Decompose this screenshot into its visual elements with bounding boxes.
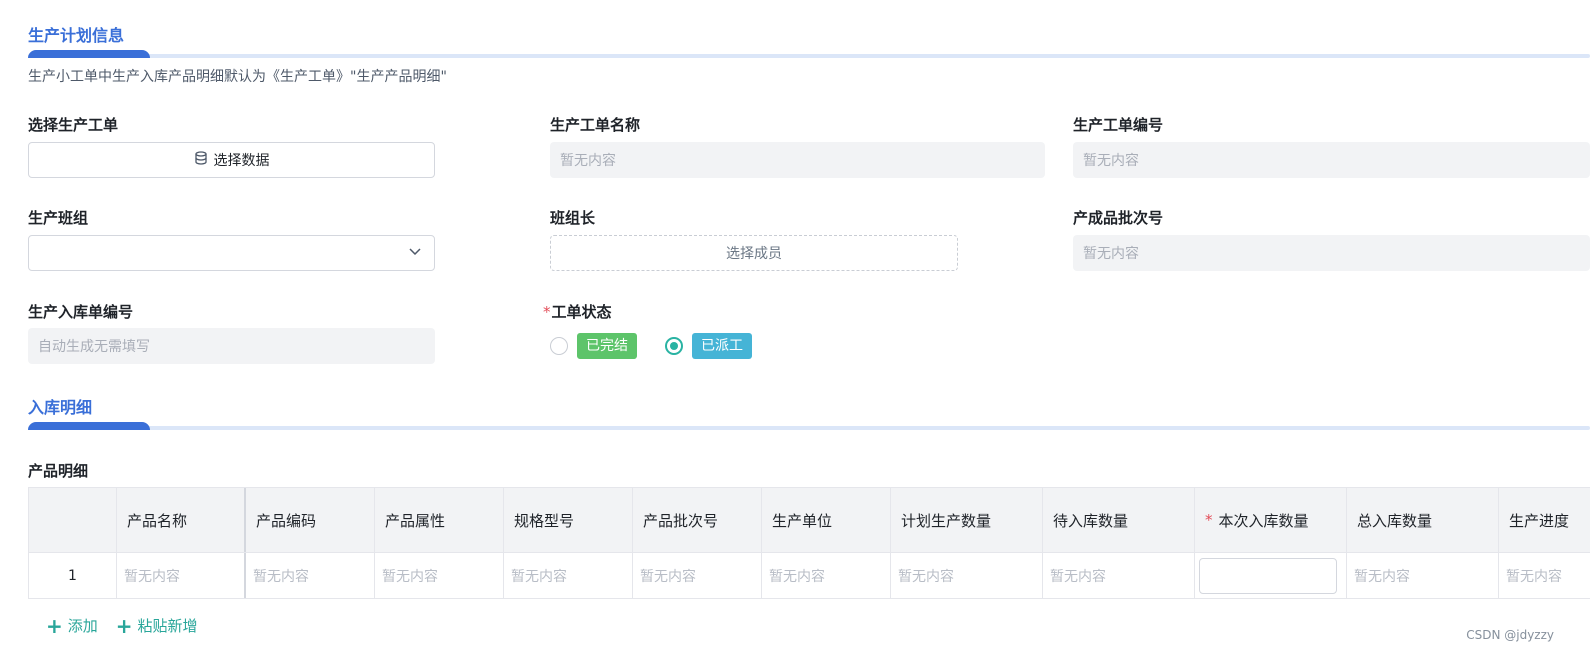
select-data-button[interactable]: 选择数据: [28, 142, 435, 178]
table-actions: + 添加 + 粘贴新增: [46, 615, 198, 636]
batch-label: 产成品批次号: [1073, 209, 1164, 227]
status-label: *工单状态: [543, 301, 612, 322]
select-data-button-label: 选择数据: [213, 153, 270, 169]
paste-add-button[interactable]: + 粘贴新增: [116, 615, 198, 636]
cell-product-batch: 暂无内容: [633, 553, 762, 598]
cell-pending-quantity: 暂无内容: [1043, 553, 1195, 598]
cell-product-name: 暂无内容: [117, 553, 246, 598]
column-header-product-code: 产品编码: [246, 488, 375, 552]
cell-total-quantity: 暂无内容: [1347, 553, 1499, 598]
leader-label: 班组长: [550, 209, 596, 227]
add-button[interactable]: + 添加: [46, 615, 98, 636]
plus-icon: +: [115, 613, 133, 638]
column-header-product-name: 产品名称: [117, 488, 246, 552]
table-header-row: 产品名称 产品编码 产品属性 规格型号 产品批次号 生产单位 计划生产数量 待入…: [28, 488, 1590, 552]
column-header-product-batch: 产品批次号: [633, 488, 762, 552]
status-tag-completed[interactable]: 已完结: [577, 333, 637, 359]
status-radio-group: 已完结 已派工: [550, 333, 752, 359]
status-radio-dispatched[interactable]: [665, 337, 683, 355]
product-detail-table: 产品名称 产品编码 产品属性 规格型号 产品批次号 生产单位 计划生产数量 待入…: [28, 487, 1590, 599]
cell-index: 1: [28, 553, 117, 598]
status-tag-dispatched[interactable]: 已派工: [692, 333, 752, 359]
column-header-index: [28, 488, 117, 552]
current-quantity-input[interactable]: [1199, 557, 1337, 594]
select-member-button[interactable]: 选择成员: [550, 235, 958, 271]
column-header-production-unit: 生产单位: [762, 488, 891, 552]
database-icon: [194, 151, 208, 169]
column-header-pending-quantity: 待入库数量: [1043, 488, 1195, 552]
order-number-label: 生产工单编号: [1073, 116, 1164, 134]
radio-selected-dot: [670, 342, 678, 350]
cell-spec-model: 暂无内容: [504, 553, 633, 598]
hint-text: 生产小工单中生产入库产品明细默认为《生产工单》"生产产品明细": [28, 69, 447, 85]
column-header-current-quantity-text: 本次入库数量: [1218, 511, 1309, 530]
required-mark: *: [1205, 511, 1213, 529]
team-select[interactable]: [28, 235, 435, 271]
add-button-label: 添加: [67, 617, 98, 635]
detail-section-divider: [28, 426, 1590, 430]
plus-icon: +: [46, 613, 63, 638]
column-header-current-quantity: * 本次入库数量: [1195, 488, 1347, 552]
column-header-planned-quantity: 计划生产数量: [891, 488, 1043, 552]
cell-product-attribute: 暂无内容: [375, 553, 504, 598]
cell-product-code: 暂无内容: [246, 553, 375, 598]
inbound-number-label: 生产入库单编号: [28, 303, 134, 321]
detail-section-divider-accent: [28, 422, 150, 430]
plan-section-title: 生产计划信息: [28, 26, 125, 45]
watermark: CSDN @jdyzzy: [1466, 628, 1554, 642]
cell-planned-quantity: 暂无内容: [891, 553, 1043, 598]
detail-section-header: 入库明细: [28, 394, 1590, 430]
plan-section-divider: [28, 54, 1590, 58]
chevron-down-icon: [408, 244, 422, 262]
team-label: 生产班组: [28, 209, 89, 227]
plan-section-header: 生产计划信息: [28, 22, 1590, 58]
order-number-field[interactable]: 暂无内容: [1073, 142, 1590, 178]
column-header-product-attribute: 产品属性: [375, 488, 504, 552]
select-order-label: 选择生产工单: [28, 116, 119, 134]
order-name-field[interactable]: 暂无内容: [550, 142, 1045, 178]
status-radio-completed[interactable]: [550, 337, 568, 355]
order-name-label: 生产工单名称: [550, 116, 641, 134]
product-detail-title: 产品明细: [28, 462, 89, 480]
table-row: 1 暂无内容 暂无内容 暂无内容 暂无内容 暂无内容 暂无内容 暂无内容 暂无内…: [28, 552, 1590, 598]
column-header-total-quantity: 总入库数量: [1347, 488, 1499, 552]
detail-section-title: 入库明细: [28, 398, 93, 417]
inbound-number-field: 自动生成无需填写: [28, 328, 435, 364]
plan-section-divider-accent: [28, 50, 150, 58]
batch-field[interactable]: 暂无内容: [1073, 235, 1590, 271]
column-header-spec-model: 规格型号: [504, 488, 633, 552]
required-mark: *: [543, 303, 551, 321]
column-header-progress: 生产进度: [1509, 511, 1570, 530]
status-label-text: 工单状态: [551, 303, 612, 321]
cell-current-quantity: [1195, 553, 1347, 598]
paste-add-button-label: 粘贴新增: [137, 617, 198, 635]
cell-progress: 暂无内容: [1506, 568, 1562, 585]
cell-production-unit: 暂无内容: [762, 553, 891, 598]
